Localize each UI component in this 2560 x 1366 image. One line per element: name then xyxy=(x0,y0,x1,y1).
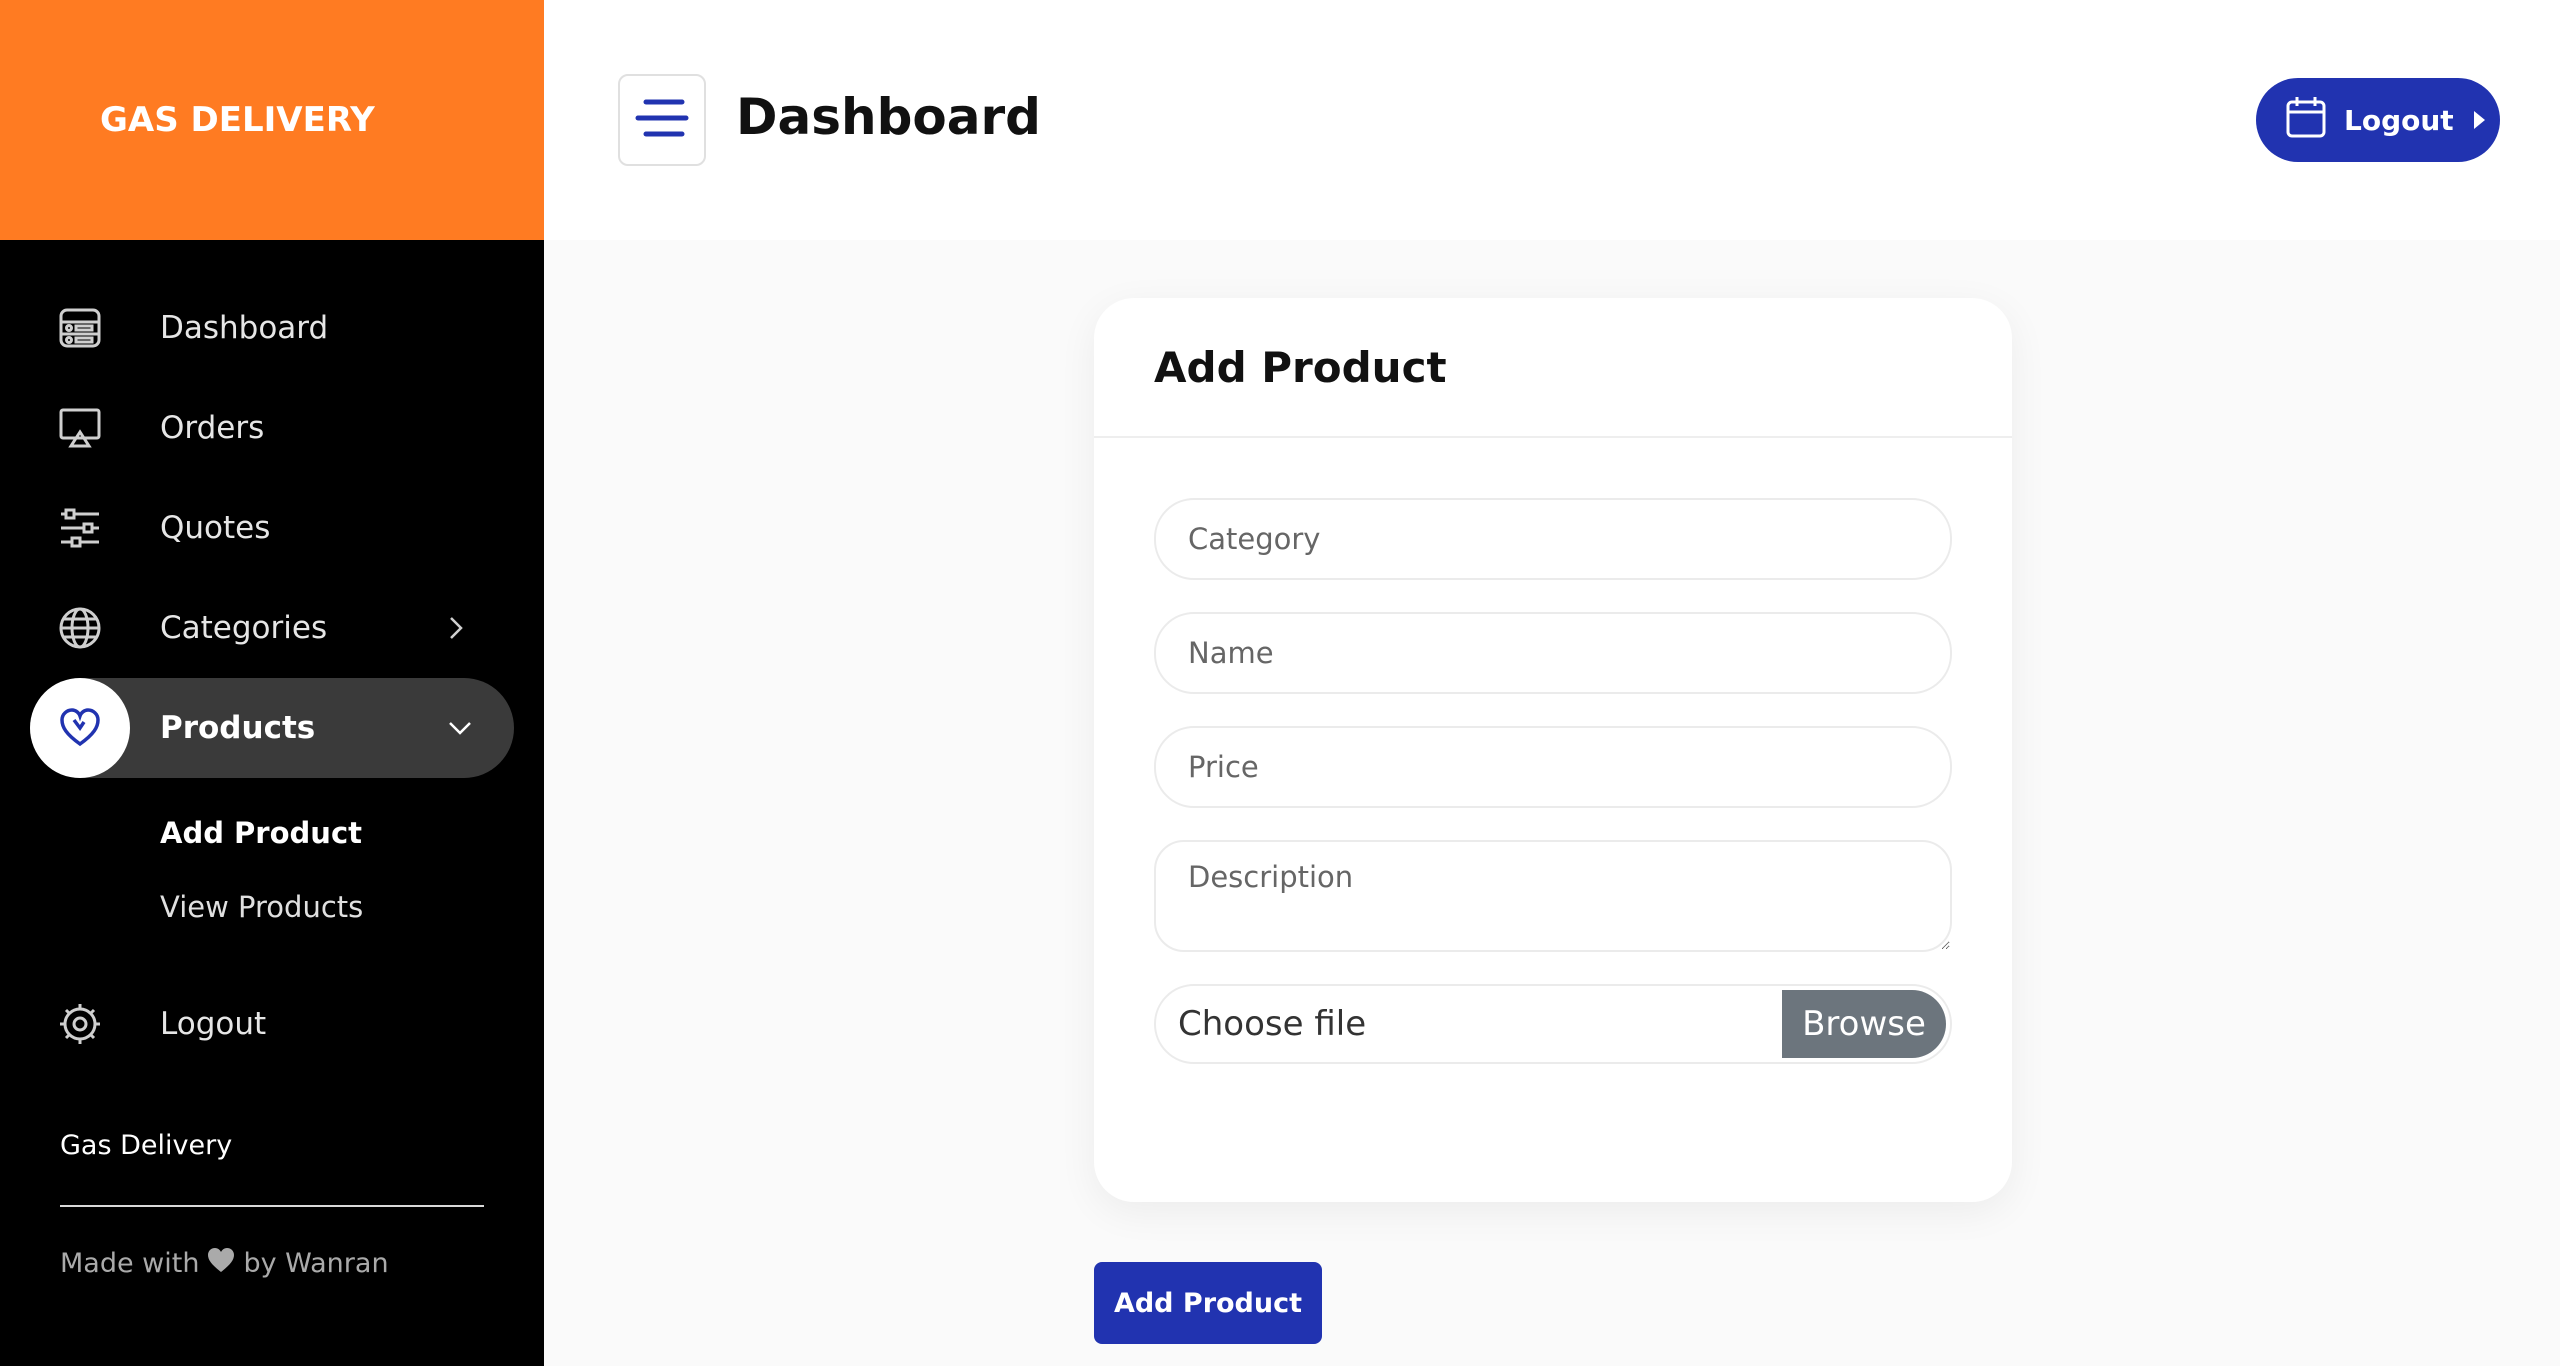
calendar-icon xyxy=(2286,96,2326,145)
card-header: Add Product xyxy=(1094,298,2012,438)
description-textarea[interactable] xyxy=(1154,840,1952,952)
dashboard-icon xyxy=(58,306,102,350)
card-title: Add Product xyxy=(1154,342,1447,392)
sidebar-item-dashboard[interactable]: Dashboard xyxy=(0,278,544,378)
menu-toggle-button[interactable] xyxy=(618,74,706,166)
price-input[interactable] xyxy=(1154,726,1952,808)
sidebar-item-label: Orders xyxy=(160,410,265,446)
sidebar-item-quotes[interactable]: Quotes xyxy=(0,478,544,578)
caret-right-icon xyxy=(2472,104,2486,137)
sidebar-nav: Dashboard Orders Quotes Categories Produ… xyxy=(0,240,544,1074)
sidebar-item-label: Dashboard xyxy=(160,310,329,346)
sidebar-item-products[interactable]: Products xyxy=(30,678,514,778)
logout-label: Logout xyxy=(2344,103,2454,137)
sidebar-item-logout[interactable]: Logout xyxy=(0,974,544,1074)
footer-credit: Made with by Wanran xyxy=(60,1247,484,1280)
sidebar-footer: Gas Delivery Made with by Wanran xyxy=(60,1130,484,1280)
chevron-right-icon xyxy=(440,612,472,644)
file-input-label: Choose file xyxy=(1178,1004,1367,1044)
page-title: Dashboard xyxy=(736,88,1041,146)
sliders-icon xyxy=(58,506,102,550)
brand-header: GAS DELIVERY xyxy=(0,0,544,240)
file-input[interactable]: Choose file Browse xyxy=(1154,984,1952,1064)
gear-icon xyxy=(58,1002,102,1046)
sidebar: GAS DELIVERY Dashboard Orders Quotes Cat… xyxy=(0,0,544,1366)
sidebar-item-label: Products xyxy=(160,710,316,746)
heart-icon xyxy=(207,1247,235,1280)
sidebar-item-label: Quotes xyxy=(160,510,271,546)
top-header: Dashboard Logout xyxy=(544,0,2560,240)
brand-title: GAS DELIVERY xyxy=(100,100,375,140)
footer-app-name: Gas Delivery xyxy=(60,1130,233,1161)
category-input[interactable] xyxy=(1154,498,1952,580)
sidebar-item-label: Logout xyxy=(160,1006,267,1042)
footer-credit-prefix: Made with xyxy=(60,1248,200,1279)
chevron-down-icon xyxy=(444,712,476,744)
globe-icon xyxy=(58,606,102,650)
submenu-view-products[interactable]: View Products xyxy=(160,870,544,944)
heart-icon xyxy=(30,678,130,778)
add-product-card: Add Product Choose file Browse xyxy=(1094,298,2012,1202)
browse-button[interactable]: Browse xyxy=(1782,990,1946,1058)
add-product-button[interactable]: Add Product xyxy=(1094,1262,1322,1344)
footer-credit-suffix: by Wanran xyxy=(243,1248,389,1279)
logout-button[interactable]: Logout xyxy=(2256,78,2500,162)
monitor-icon xyxy=(58,406,102,450)
products-submenu: Add Product View Products xyxy=(0,778,544,974)
sidebar-item-label: Categories xyxy=(160,610,328,646)
footer-divider xyxy=(60,1205,484,1207)
hamburger-icon xyxy=(634,94,690,146)
submenu-add-product[interactable]: Add Product xyxy=(160,796,544,870)
sidebar-item-categories[interactable]: Categories xyxy=(0,578,544,678)
name-input[interactable] xyxy=(1154,612,1952,694)
sidebar-item-orders[interactable]: Orders xyxy=(0,378,544,478)
